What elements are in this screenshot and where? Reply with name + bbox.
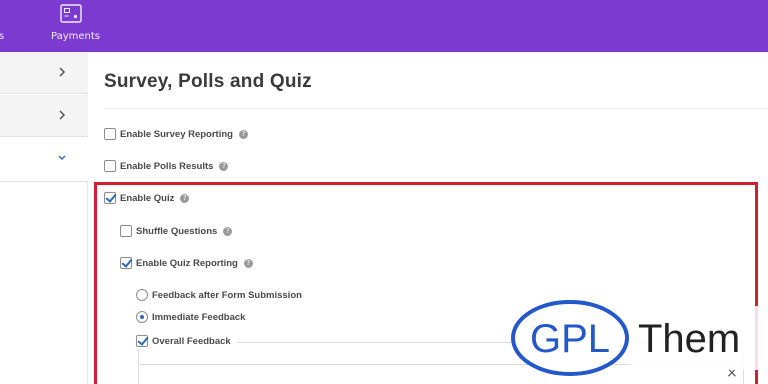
feedback-after-submission-option: Feedback after Form Submission (136, 287, 302, 303)
enable-quiz-checkbox[interactable] (104, 192, 116, 204)
survey-reporting-label[interactable]: Enable Survey Reporting (120, 129, 233, 140)
gpl-theme-watermark-logo: GPL Them (511, 300, 768, 376)
overall-feedback-checkbox[interactable] (136, 335, 148, 347)
immediate-feedback-label[interactable]: Immediate Feedback (152, 312, 245, 323)
quiz-reporting-option: Enable Quiz Reporting ? (120, 255, 253, 271)
sidebar-item-2[interactable] (0, 95, 88, 137)
polls-results-option: Enable Polls Results ? (104, 158, 229, 174)
title-divider (104, 108, 768, 109)
quiz-reporting-label[interactable]: Enable Quiz Reporting (136, 258, 238, 269)
help-icon[interactable]: ? (219, 161, 229, 171)
feedback-after-submission-radio[interactable] (136, 289, 148, 301)
page-title: Survey, Polls and Quiz (104, 71, 312, 92)
sidebar-item-1[interactable] (0, 52, 88, 94)
polls-results-checkbox[interactable] (104, 160, 116, 172)
survey-reporting-checkbox[interactable] (104, 128, 116, 140)
survey-reporting-option: Enable Survey Reporting ? (104, 126, 248, 142)
nav-item-payments-label: Payments (51, 31, 100, 42)
svg-text:Them: Them (638, 317, 740, 361)
immediate-feedback-option: Immediate Feedback (136, 309, 245, 325)
quiz-reporting-checkbox[interactable] (120, 257, 132, 269)
polls-results-label[interactable]: Enable Polls Results (120, 161, 213, 172)
nav-item-payments[interactable]: Payments (44, 0, 100, 52)
payments-icon (60, 4, 82, 23)
chevron-right-icon (59, 110, 66, 120)
help-icon[interactable]: ? (223, 226, 233, 236)
feedback-after-submission-label[interactable]: Feedback after Form Submission (152, 290, 302, 301)
shuffle-questions-option: Shuffle Questions ? (120, 223, 233, 239)
nav-item-partial-label[interactable]: s (0, 31, 4, 42)
help-icon[interactable]: ? (243, 258, 253, 268)
svg-text:GPL: GPL (530, 317, 610, 361)
chevron-right-icon (59, 67, 66, 77)
enable-quiz-label[interactable]: Enable Quiz (120, 193, 174, 204)
shuffle-questions-checkbox[interactable] (120, 225, 132, 237)
help-icon[interactable]: ? (238, 129, 248, 139)
overall-feedback-label[interactable]: Overall Feedback (152, 336, 231, 347)
settings-sidebar (0, 52, 88, 384)
help-icon[interactable]: ? (180, 193, 190, 203)
sidebar-item-3-expanded[interactable] (0, 138, 88, 182)
overall-feedback-option: Overall Feedback (136, 333, 237, 349)
enable-quiz-option: Enable Quiz ? (104, 190, 190, 206)
shuffle-questions-label[interactable]: Shuffle Questions (136, 226, 217, 237)
chevron-down-icon (58, 155, 66, 161)
top-navigation-bar: s Payments (0, 0, 768, 52)
immediate-feedback-radio[interactable] (136, 311, 148, 323)
